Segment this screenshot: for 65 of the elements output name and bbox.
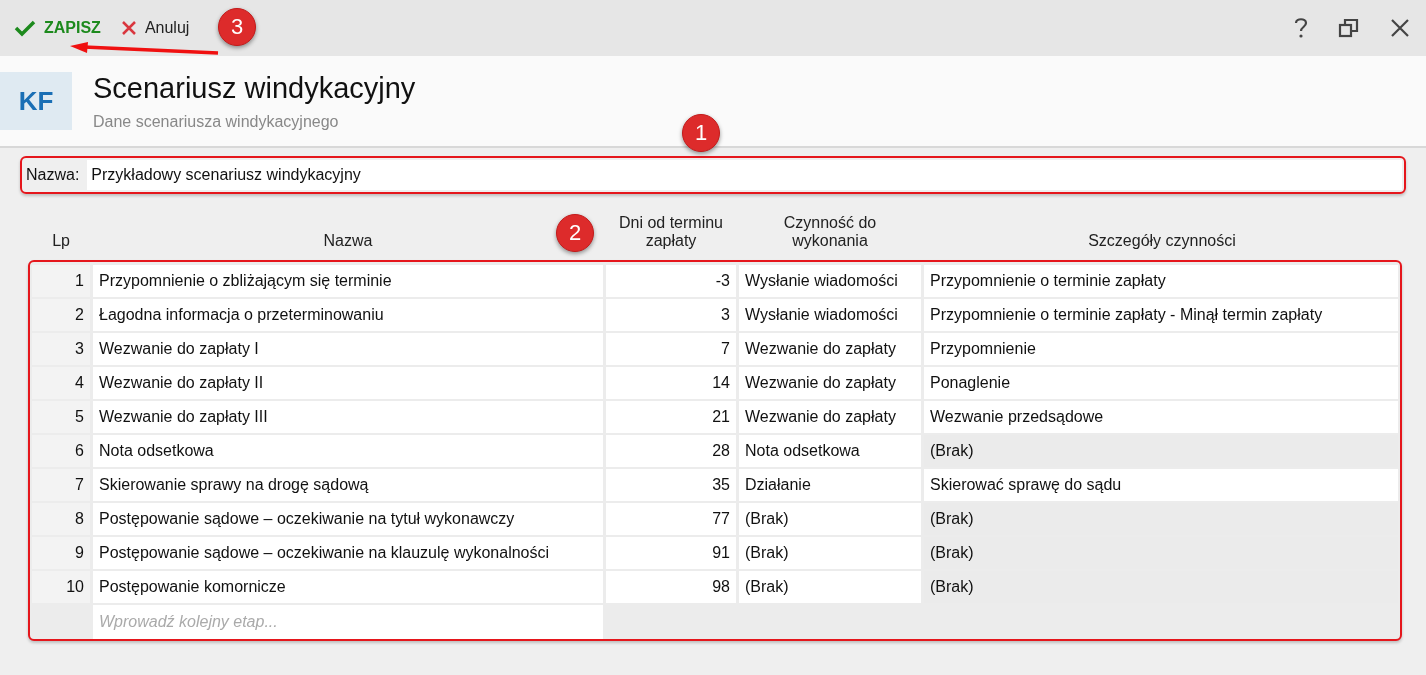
table-cell: 28: [606, 435, 736, 467]
table-cell: 14: [606, 367, 736, 399]
table-cell: 77: [606, 503, 736, 535]
table-cell: Wezwanie do zapłaty I: [93, 333, 603, 365]
table-cell: Skierowanie sprawy na drogę sądową: [93, 469, 603, 501]
table-cell: Przypomnienie o terminie zapłaty - Minął termin zapłaty: [924, 299, 1398, 331]
table-cell: 21: [606, 401, 736, 433]
column-header: Czynność do wykonania: [782, 214, 878, 250]
table-cell: Nota odsetkowa: [739, 435, 921, 467]
table-cell: Postępowanie komornicze: [93, 571, 603, 603]
table-cell: Wysłanie wiadomości: [739, 299, 921, 331]
table-cell: Wezwanie do zapłaty: [739, 333, 921, 365]
page-title: Scenariusz windykacyjny: [93, 71, 416, 105]
table-cell: Łagodna informacja o przeterminowaniu: [93, 299, 603, 331]
field-label: Nazwa:: [25, 165, 81, 185]
table-cell: 6: [32, 435, 90, 467]
annotation-badge: 2: [556, 214, 594, 252]
table-cell: Wezwanie do zapłaty: [739, 401, 921, 433]
table-cell: 2: [32, 299, 90, 331]
table-cell: Wezwanie przedsądowe: [924, 401, 1398, 433]
table-cell: 35: [606, 469, 736, 501]
table-cell: 10: [32, 571, 90, 603]
close-icon[interactable]: [1390, 18, 1410, 38]
help-icon[interactable]: [1294, 17, 1308, 39]
table-cell: 8: [32, 503, 90, 535]
table-cell: Skierować sprawę do sądu: [924, 469, 1398, 501]
save-button[interactable]: ZAPISZ: [10, 16, 105, 40]
table-cell: Przypomnienie: [924, 333, 1398, 365]
table-cell: 7: [606, 333, 736, 365]
table-cell: Działanie: [739, 469, 921, 501]
table-cell: 98: [606, 571, 736, 603]
table-cell: Nota odsetkowa: [93, 435, 603, 467]
column-header: Dni od terminu zapłaty: [617, 214, 724, 250]
avatar: KF: [0, 72, 72, 130]
table-cell: 7: [32, 469, 90, 501]
table-cell: Postępowanie sądowe – oczekiwanie na tytuł wykonawczy: [93, 503, 603, 535]
column-header: Szczegóły czynności: [1088, 232, 1236, 250]
name-field[interactable]: Przykładowy scenariusz windykacyjny: [87, 160, 1402, 190]
page-subtitle: Dane scenariusza windykacyjnego: [93, 112, 340, 131]
table-cell: Wezwanie do zapłaty III: [93, 401, 603, 433]
table-cell: 1: [32, 265, 90, 297]
table-cell: Postępowanie sądowe – oczekiwanie na klauzulę wykonalności: [93, 537, 603, 569]
table-cell: 3: [606, 299, 736, 331]
table-cell: 5: [32, 401, 90, 433]
table-cell: Wysłanie wiadomości: [739, 265, 921, 297]
table-cell: Ponaglenie: [924, 367, 1398, 399]
input-field[interactable]: Wprowadź kolejny etap...: [93, 605, 603, 639]
close-icon: [120, 20, 137, 36]
table-cell: -3: [606, 265, 736, 297]
table-cell: Wezwanie do zapłaty II: [93, 367, 603, 399]
check-icon: [14, 19, 36, 37]
table-cell: (Brak): [739, 537, 921, 569]
column-header: Lp: [52, 232, 70, 250]
table-cell: 3: [32, 333, 90, 365]
cancel-button[interactable]: Anuluj: [116, 16, 194, 40]
table-cell: Wezwanie do zapłaty: [739, 367, 921, 399]
table-cell: 4: [32, 367, 90, 399]
column-header: Nazwa: [323, 232, 373, 250]
table-cell: Przypomnienie o zbliżającym się terminie: [93, 265, 603, 297]
table-cell: 91: [606, 537, 736, 569]
table-cell: (Brak): [739, 503, 921, 535]
table-cell: (Brak): [739, 571, 921, 603]
table-cell: 9: [32, 537, 90, 569]
table-cell: Przypomnienie o terminie zapłaty: [924, 265, 1398, 297]
restore-icon[interactable]: [1338, 17, 1360, 39]
